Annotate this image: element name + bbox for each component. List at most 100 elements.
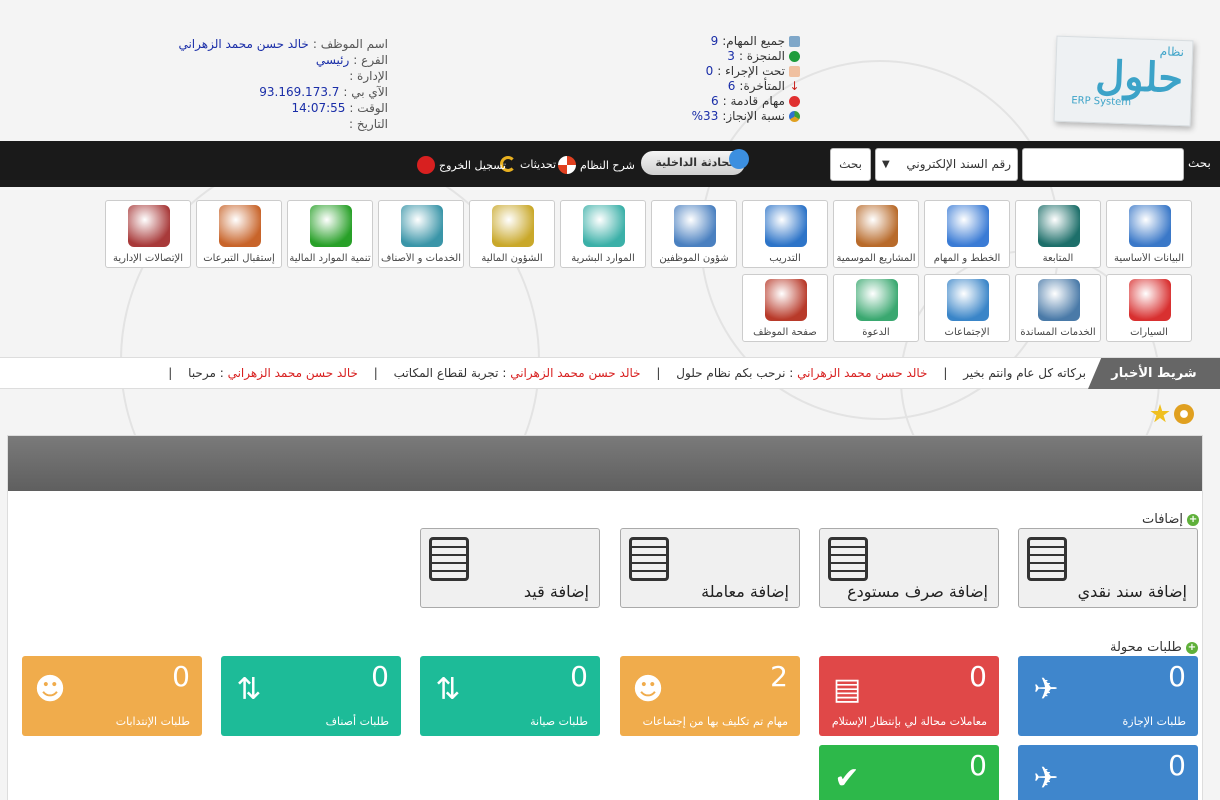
module-binders[interactable]: الإتصالات الإدارية	[105, 200, 191, 268]
planner-icon	[947, 205, 989, 247]
binders-icon	[128, 205, 170, 247]
tile-count: 0	[1168, 660, 1186, 693]
stat-row[interactable]: مهام قادمة :6	[680, 94, 800, 109]
news-ticker-label: شريط الأخبار	[1088, 358, 1220, 389]
add-card[interactable]: إضافة صرف مستودع	[819, 528, 999, 608]
stat-row[interactable]: جميع المهام: 9	[680, 34, 800, 49]
add-card[interactable]: إضافة قيد	[420, 528, 600, 608]
logo[interactable]: نظام حلول ERP System	[1053, 35, 1194, 127]
module-label: الموارد البشرية	[571, 253, 635, 264]
module-radar[interactable]: المتابعة	[1015, 200, 1101, 268]
tile-label: طلبات أصناف	[325, 715, 389, 728]
module-car[interactable]: السيارات	[1106, 274, 1192, 342]
logo-main-text: حلول	[1094, 52, 1184, 103]
module-warehouse[interactable]: الخدمات و الأصناف	[378, 200, 464, 268]
header: نظام حلول ERP System جميع المهام: 9 المنج…	[0, 0, 1220, 141]
module-label: تنمية الموارد المالية	[289, 253, 371, 264]
requests-title: + طلبات محولة	[1110, 640, 1198, 655]
up-down-arrows-icon: ⇅	[435, 672, 461, 707]
module-donations[interactable]: إستقبال التبرعات	[196, 200, 282, 268]
module-employee-page[interactable]: صفحة الموظف	[742, 274, 828, 342]
tile-count: 0	[969, 660, 987, 693]
updates-link[interactable]: تحديثات	[500, 156, 556, 172]
tile-label: معاملات محالة لي بإنتظار الإستلام	[831, 715, 987, 728]
tile-count: 0	[172, 660, 190, 693]
tile-count: 0	[371, 660, 389, 693]
module-employee[interactable]: شؤون الموظفين	[651, 200, 737, 268]
module-tools[interactable]: الخدمات المساندة	[1015, 274, 1101, 342]
module-planner[interactable]: الخطط و المهام	[924, 200, 1010, 268]
request-tile[interactable]: 0 ✔	[819, 745, 999, 800]
module-label: السيارات	[1130, 327, 1168, 338]
add-card-label: إضافة قيد	[523, 582, 589, 601]
news-ticker: شريط الأخبار بركاته كل عام وانتم بخير | …	[0, 357, 1220, 389]
meeting-icon	[947, 279, 989, 321]
user-info: اسم الموظف :خالد حسن محمد الزهراني الفرع…	[160, 36, 388, 132]
add-card-label: إضافة سند نقدي	[1077, 582, 1187, 601]
panel-header	[8, 436, 1202, 491]
module-graduation-cap[interactable]: التدريب	[742, 200, 828, 268]
module-label: الشؤون المالية	[481, 253, 543, 264]
up-down-arrows-icon: ⇅	[236, 672, 262, 707]
module-dawah[interactable]: الدعوة	[833, 274, 919, 342]
stat-row[interactable]: المنجزة :3	[680, 49, 800, 64]
search-label: بحث	[1188, 156, 1211, 170]
tile-count: 2	[770, 660, 788, 693]
stat-row[interactable]: تحت الإجراء :0	[680, 64, 800, 79]
document-icon	[429, 537, 469, 581]
module-gear[interactable]: البيانات الأساسية	[1106, 200, 1192, 268]
request-tile[interactable]: 0 طلبات صيانة ⇅	[420, 656, 600, 736]
logout-link[interactable]: تسجيل الخروج	[417, 156, 506, 174]
calendar-icon	[789, 36, 800, 47]
cash-voucher-icon	[1027, 537, 1067, 581]
money-icon	[492, 205, 534, 247]
module-label: إستقبال التبرعات	[203, 253, 275, 264]
briefcase-icon	[856, 205, 898, 247]
quick-tools	[1150, 404, 1194, 424]
internal-chat-button[interactable]: المحادثة الداخلية	[641, 149, 749, 175]
tile-label: طلبات صيانة	[530, 715, 588, 728]
search-button[interactable]: بحث	[830, 148, 871, 181]
user-info-row: اسم الموظف :خالد حسن محمد الزهراني	[178, 37, 388, 51]
add-card-label: إضافة معاملة	[701, 582, 789, 601]
module-briefcase[interactable]: المشاريع الموسمية	[833, 200, 919, 268]
help-link[interactable]: شرح النظام	[558, 156, 635, 174]
module-label: الخطط و المهام	[933, 253, 1001, 264]
favorite-star-icon[interactable]	[1150, 404, 1170, 423]
user-info-row: الوقت :14:07:55	[291, 101, 388, 115]
add-card[interactable]: إضافة سند نقدي	[1018, 528, 1198, 608]
additions-title: + إضافات	[1142, 512, 1200, 527]
user-info-row: الآي بي :93.169.173.7	[259, 85, 388, 99]
pie-chart-icon	[789, 111, 800, 122]
search-type-select[interactable]: رقم السند الإلكتروني ▼	[875, 148, 1018, 181]
module-label: شؤون الموظفين	[659, 253, 729, 264]
module-label: التدريب	[769, 253, 801, 264]
request-tile[interactable]: 0 ✈	[1018, 745, 1198, 800]
plane-icon: ✈	[1033, 672, 1059, 707]
tools-icon	[1038, 279, 1080, 321]
request-tile[interactable]: 0 طلبات أصناف ⇅	[221, 656, 401, 736]
add-card-label: إضافة صرف مستودع	[847, 582, 988, 601]
user-info-row: التاريخ :	[348, 117, 388, 131]
module-money[interactable]: الشؤون المالية	[469, 200, 555, 268]
dropdown-arrow-icon: ▼	[882, 159, 890, 170]
settings-icon[interactable]	[1174, 404, 1194, 424]
module-people-gears[interactable]: الموارد البشرية	[560, 200, 646, 268]
search-input[interactable]	[1022, 148, 1184, 181]
request-tile[interactable]: 0 معاملات محالة لي بإنتظار الإستلام ▤	[819, 656, 999, 736]
tile-count: 0	[969, 749, 987, 782]
module-growth-chart[interactable]: تنمية الموارد المالية	[287, 200, 373, 268]
tile-label: طلبات الإجازة	[1122, 715, 1186, 728]
add-card[interactable]: إضافة معاملة	[620, 528, 800, 608]
tile-count: 0	[570, 660, 588, 693]
warehouse-out-icon	[828, 537, 868, 581]
request-tile[interactable]: 0 طلبات الإجازة ✈	[1018, 656, 1198, 736]
stat-row[interactable]: ↓ المتأخرة: 6	[680, 79, 800, 94]
check-circle-icon	[789, 51, 800, 62]
request-tile[interactable]: 0 طلبات الإنتدابات ☻	[22, 656, 202, 736]
document-icon	[629, 537, 669, 581]
stat-row[interactable]: نسبة الإنجاز: %33	[680, 109, 800, 124]
tile-count: 0	[1168, 749, 1186, 782]
request-tile[interactable]: 2 مهام تم تكليف بها من إجتماعات ☻	[620, 656, 800, 736]
module-meeting[interactable]: الإجتماعات	[924, 274, 1010, 342]
